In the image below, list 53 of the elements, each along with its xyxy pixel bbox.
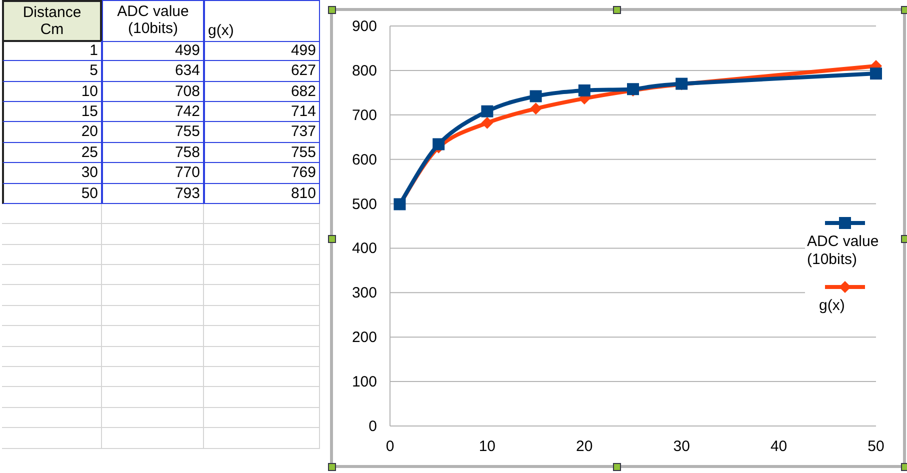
table-cell: 810 xyxy=(204,184,320,204)
column-header[interactable]: Distance Cm xyxy=(2,0,102,42)
table-cell: 714 xyxy=(204,102,320,122)
selection-handle[interactable] xyxy=(901,235,907,243)
table-cell: 30 xyxy=(2,163,102,184)
x-tick-label: 0 xyxy=(386,438,394,455)
selection-handle[interactable] xyxy=(901,463,907,471)
table-cell: 627 xyxy=(204,61,320,82)
x-tick-label: 10 xyxy=(478,438,496,455)
table-cell: 682 xyxy=(204,82,320,102)
table-cell: 10 xyxy=(2,82,102,102)
table-cell: 499 xyxy=(204,40,320,62)
table-cell: 25 xyxy=(2,142,102,164)
y-tick-label: 500 xyxy=(352,196,377,213)
selection-handle[interactable] xyxy=(901,6,907,14)
x-tick-label: 40 xyxy=(770,438,788,455)
selection-handle[interactable] xyxy=(328,463,336,471)
table-cell: 742 xyxy=(102,102,204,122)
table-cell: 793 xyxy=(102,184,204,204)
table-cell: 737 xyxy=(204,122,320,143)
x-tick-label: 30 xyxy=(673,438,690,455)
table-cell: 755 xyxy=(102,122,204,143)
selection-handle[interactable] xyxy=(328,6,336,14)
y-tick-label: 700 xyxy=(352,106,377,124)
selection-handle[interactable] xyxy=(613,6,621,14)
selection-handle[interactable] xyxy=(613,463,621,471)
selection-handle[interactable] xyxy=(328,235,336,243)
table-cell: 20 xyxy=(2,122,102,143)
y-tick-label: 0 xyxy=(368,418,377,435)
y-tick-label: 600 xyxy=(352,151,377,168)
table-cell: 755 xyxy=(204,142,320,164)
y-tick-label: 800 xyxy=(352,62,377,80)
y-tick-label: 900 xyxy=(352,18,377,35)
y-tick-label: 200 xyxy=(352,329,377,346)
table-cell: 1 xyxy=(2,40,102,62)
column-header[interactable]: ADC value (10bits) xyxy=(102,0,204,42)
y-tick-label: 400 xyxy=(352,240,377,258)
table-cell: 15 xyxy=(2,102,102,122)
y-tick-label: 300 xyxy=(352,284,377,302)
x-tick-label: 20 xyxy=(576,438,593,455)
x-tick-label: 50 xyxy=(868,438,884,455)
table-cell: 5 xyxy=(2,61,102,82)
column-header[interactable]: g(x) xyxy=(204,0,320,42)
table-cell: 770 xyxy=(102,163,204,184)
y-tick-label: 100 xyxy=(352,374,377,391)
legend-label: ADC value (10bits) xyxy=(806,233,880,269)
table-cell: 50 xyxy=(2,184,102,204)
legend-label: g(x) xyxy=(818,297,845,315)
table-cell: 634 xyxy=(102,61,204,82)
table-cell: 708 xyxy=(102,82,204,102)
table-cell: 758 xyxy=(102,142,204,164)
table-cell: 499 xyxy=(102,40,204,62)
table-cell: 769 xyxy=(204,163,320,184)
